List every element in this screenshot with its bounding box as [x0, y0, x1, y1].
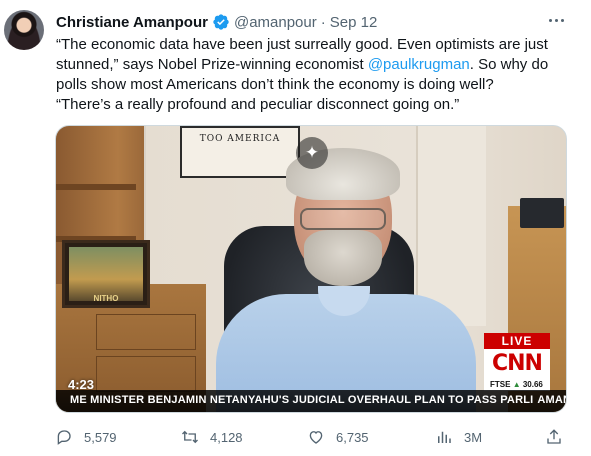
ticker-headline: ME MINISTER BENJAMIN NETANYAHU'S JUDICIA…	[70, 394, 534, 406]
tweet-line-2: stunned,” says Nobel Prize-winning econo…	[56, 56, 549, 73]
sparkle-icon[interactable]: ✦	[296, 137, 328, 169]
photo-caption: NITHO	[93, 294, 119, 303]
share-icon	[547, 429, 561, 444]
reply-icon	[57, 430, 71, 445]
author-name[interactable]: Christiane Amanpour	[56, 14, 208, 31]
repost-count: 4,128	[210, 429, 243, 445]
author-handle[interactable]: @amanpour	[234, 14, 317, 31]
ticker-show-name: AMANPOUR	[537, 394, 566, 406]
verified-badge-icon[interactable]	[212, 13, 230, 31]
tweet-line-3: polls show most Americans don’t think th…	[56, 76, 494, 93]
cnn-logo: LIVE CNN FTSE ▲ 30.66	[484, 333, 550, 391]
reply-count: 5,579	[84, 429, 117, 445]
avatar[interactable]	[4, 10, 44, 50]
repost-icon	[182, 430, 198, 444]
action-bar: 5,579 4,128 6,735 3M	[55, 426, 575, 448]
separator-dot: ·	[320, 13, 326, 31]
tweet-line-4: “There’s a really profound and peculiar …	[56, 96, 460, 113]
repost-button[interactable]: 4,128	[181, 426, 243, 448]
mention-link[interactable]: @paulkrugman	[368, 56, 470, 73]
tweet[interactable]: Christiane Amanpour @amanpour · Sep 12 “…	[0, 0, 591, 456]
news-ticker: ME MINISTER BENJAMIN NETANYAHU'S JUDICIA…	[56, 390, 566, 412]
poster-text: TOO AMERICA	[199, 134, 281, 144]
view-count: 3M	[464, 429, 483, 445]
views-icon	[438, 431, 451, 443]
tweet-header: Christiane Amanpour @amanpour · Sep 12	[56, 12, 377, 32]
tweet-line-1: “The economic data have been just surrea…	[56, 36, 548, 53]
live-badge: LIVE	[484, 333, 550, 349]
reply-button[interactable]: 5,579	[55, 426, 117, 448]
more-options-icon[interactable]	[545, 10, 567, 30]
like-count: 6,735	[336, 429, 369, 445]
framed-photo: NITHO	[62, 240, 150, 308]
video-player[interactable]: TOO AMERICA NITHO ✦ LIVE CNN FTSE ▲ 30.6…	[55, 125, 567, 413]
tweet-text: “The economic data have been just surrea…	[56, 35, 581, 115]
like-button[interactable]: 6,735	[307, 426, 369, 448]
network-logo: CNN	[484, 349, 550, 379]
share-button[interactable]	[545, 426, 574, 448]
views-button[interactable]: 3M	[435, 426, 482, 448]
wall-poster: TOO AMERICA	[180, 126, 300, 178]
like-icon	[309, 431, 323, 444]
tweet-date[interactable]: Sep 12	[330, 14, 378, 31]
